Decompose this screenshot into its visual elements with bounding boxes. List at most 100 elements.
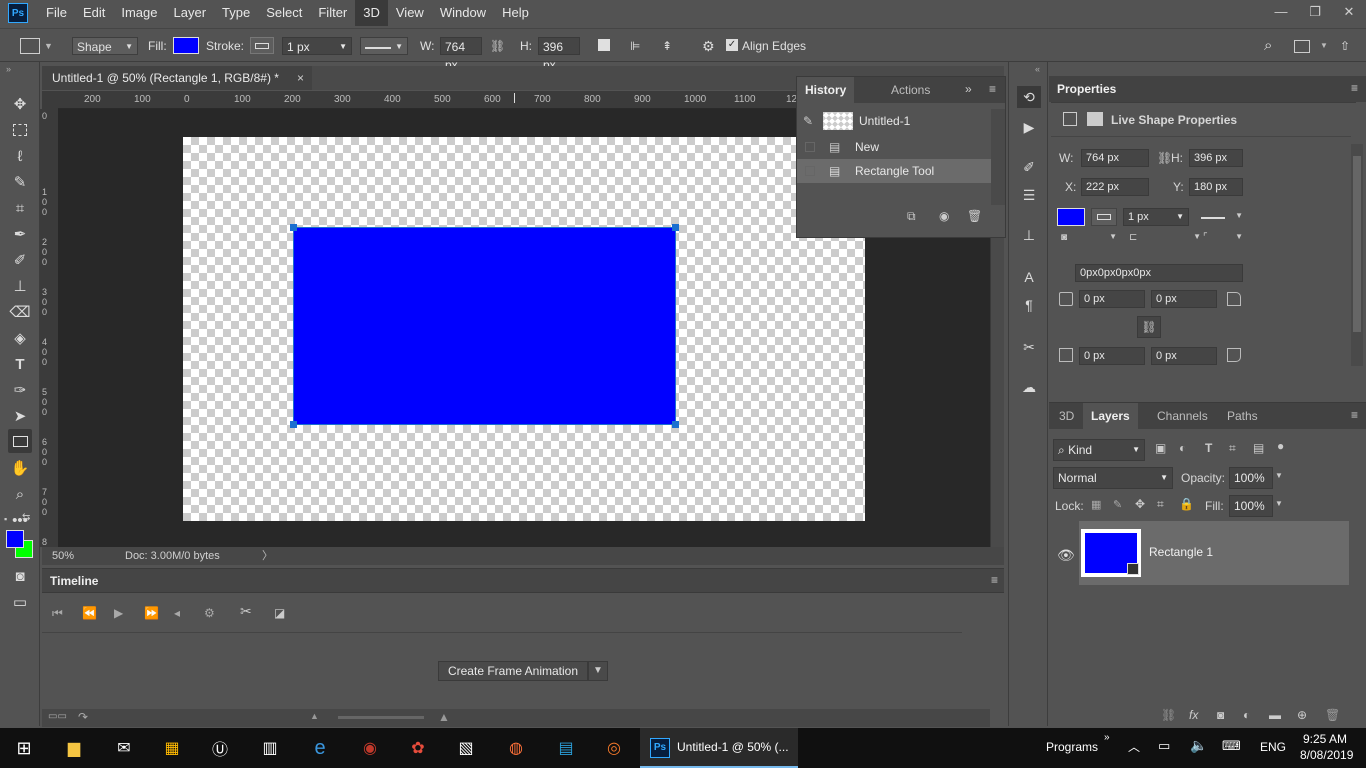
tab-3d[interactable]: 3D xyxy=(1051,403,1082,429)
zoom-in-icon[interactable]: ▲ xyxy=(438,710,450,724)
properties-scrollbar[interactable] xyxy=(1351,144,1363,366)
tool-mode-select[interactable]: Shape ▼ xyxy=(72,37,138,55)
fill-swatch[interactable] xyxy=(173,37,199,54)
menu-window[interactable]: Window xyxy=(432,0,494,26)
prop-y-field[interactable]: 180 px xyxy=(1189,178,1243,196)
app-icon[interactable]: ◉ xyxy=(356,734,384,762)
minimize-button[interactable]: — xyxy=(1264,0,1298,26)
align-edges-checkbox[interactable]: ✓ xyxy=(726,39,738,51)
swap-colors-icon[interactable]: ⇆ xyxy=(22,512,30,523)
visibility-eye-icon[interactable]: 👁 xyxy=(1057,547,1075,564)
stroke-corners-select[interactable]: ⌜ ▼ xyxy=(1203,232,1243,246)
brush-source-icon[interactable]: ✎ xyxy=(803,109,813,133)
share-icon[interactable]: ⇧ xyxy=(1340,37,1350,55)
quick-selection-tool-icon[interactable]: ✎ xyxy=(8,170,32,194)
properties-title[interactable]: Properties xyxy=(1057,82,1116,96)
panel-menu-icon[interactable]: ≡ xyxy=(1351,408,1358,422)
history-checkbox[interactable] xyxy=(805,166,815,176)
chevron-right-icon[interactable]: 〉 xyxy=(262,547,273,565)
lock-transparency-icon[interactable]: ▦ xyxy=(1091,498,1101,511)
quick-mask-icon[interactable]: ◙ xyxy=(8,564,32,588)
clock-time[interactable]: 9:25 AM xyxy=(1303,732,1347,746)
filter-toggle-icon[interactable]: ● xyxy=(1277,439,1284,453)
eraser-tool-icon[interactable]: ⌫ xyxy=(8,300,32,324)
menu-layer[interactable]: Layer xyxy=(166,0,215,26)
zoom-slider[interactable] xyxy=(338,716,424,719)
unreal-engine-icon[interactable]: Ⓤ xyxy=(206,734,234,762)
next-frame-icon[interactable]: ⏩ xyxy=(144,606,159,620)
layer-filter-select[interactable]: ⌕ Kind ▼ xyxy=(1053,439,1145,461)
document-tab[interactable]: Untitled-1 @ 50% (Rectangle 1, RGB/8#) *… xyxy=(42,66,312,90)
audio-icon[interactable]: ◂ xyxy=(174,606,180,620)
collapse-icon[interactable]: « xyxy=(1035,64,1040,74)
control-panel-icon[interactable]: ▤ xyxy=(552,734,580,762)
tab-channels[interactable]: Channels xyxy=(1149,403,1216,429)
close-tab-icon[interactable]: × xyxy=(297,66,304,90)
corner-top-right-field[interactable]: 0 px xyxy=(1151,290,1217,308)
fill-field[interactable]: 100% xyxy=(1229,495,1273,517)
transform-handle[interactable] xyxy=(290,224,297,231)
keyboard-icon[interactable]: ⌨ xyxy=(1222,738,1241,754)
width-field[interactable]: 764 px xyxy=(440,37,482,72)
panel-menu-icon[interactable]: ≡ xyxy=(989,82,996,96)
eyedropper-tool-icon[interactable]: ✒ xyxy=(8,222,32,246)
link-corners-icon[interactable]: ⛓ xyxy=(1137,316,1161,338)
brushes-dock-icon[interactable]: ✐ xyxy=(1017,156,1041,178)
rectangle-tool-icon[interactable] xyxy=(8,429,32,453)
menu-help[interactable]: Help xyxy=(494,0,537,26)
stroke-swatch[interactable] xyxy=(250,37,274,54)
programs-toolbar[interactable]: Programs xyxy=(1046,740,1098,754)
libraries-dock-icon[interactable]: ☁ xyxy=(1017,376,1041,398)
blender-icon[interactable]: ◎ xyxy=(600,734,628,762)
adjustment-layer-icon[interactable]: ◐ xyxy=(1243,708,1250,722)
clone-source-dock-icon[interactable]: ⊥ xyxy=(1017,224,1041,246)
panel-menu-icon[interactable]: ≡ xyxy=(1351,81,1358,95)
corner-top-left-field[interactable]: 0 px xyxy=(1079,290,1145,308)
path-alignment-icon[interactable]: ⊫ xyxy=(630,37,640,55)
history-item-selected[interactable]: ▤ Rectangle Tool xyxy=(797,159,991,183)
move-tool-icon[interactable]: ✥ xyxy=(8,92,32,116)
menu-filter[interactable]: Filter xyxy=(310,0,355,26)
stroke-width-field[interactable]: 1 px ▼ xyxy=(282,37,352,55)
menu-image[interactable]: Image xyxy=(113,0,165,26)
document-canvas[interactable] xyxy=(183,137,865,521)
marquee-tool-icon[interactable] xyxy=(8,118,32,142)
foreground-color-swatch[interactable] xyxy=(6,530,24,548)
actions-dock-icon[interactable]: ▶ xyxy=(1017,116,1041,138)
restore-button[interactable]: ❐ xyxy=(1298,0,1332,26)
stroke-type-select[interactable]: ▼ xyxy=(360,37,408,55)
chevron-down-icon[interactable]: ▼ xyxy=(1275,499,1283,508)
filter-pixel-icon[interactable]: ▣ xyxy=(1155,441,1166,455)
input-language[interactable]: ENG xyxy=(1260,740,1286,754)
tool-presets-dock-icon[interactable]: ✂ xyxy=(1017,336,1041,358)
history-checkbox[interactable] xyxy=(805,142,815,152)
menu-3d[interactable]: 3D xyxy=(355,0,388,26)
menu-edit[interactable]: Edit xyxy=(75,0,113,26)
default-colors-icon[interactable]: ▪ xyxy=(4,514,7,524)
transform-handle[interactable] xyxy=(672,421,679,428)
transform-icon[interactable] xyxy=(1063,112,1077,126)
convert-icon[interactable]: ↷ xyxy=(78,710,88,724)
tab-layers[interactable]: Layers xyxy=(1083,403,1138,429)
chevron-down-icon[interactable]: ▼ xyxy=(1320,37,1328,55)
mask-icon[interactable] xyxy=(1087,112,1103,126)
rectangle-shape[interactable] xyxy=(290,224,679,428)
tab-history[interactable]: History xyxy=(797,77,855,103)
filter-smart-object-icon[interactable]: ▤ xyxy=(1253,441,1264,455)
screen-mode-icon[interactable]: ▭ xyxy=(8,590,32,614)
chevron-down-icon[interactable]: ▼ xyxy=(588,661,608,681)
expand-icon[interactable]: » xyxy=(965,82,972,96)
camera-icon[interactable]: ◉ xyxy=(939,209,949,223)
chevron-down-icon[interactable]: ▼ xyxy=(1275,471,1283,480)
height-field[interactable]: 396 px xyxy=(538,37,580,72)
network-icon[interactable]: ▭ xyxy=(1158,738,1170,754)
windows-start-icon[interactable]: ⊞ xyxy=(10,734,38,762)
character-dock-icon[interactable]: A xyxy=(1017,266,1041,288)
path-arrangement-icon[interactable]: ⇞ xyxy=(662,37,672,55)
transition-icon[interactable]: ◪ xyxy=(274,606,285,620)
type-tool-icon[interactable]: T xyxy=(8,352,32,376)
layer-row[interactable]: Rectangle 1 xyxy=(1079,521,1349,585)
file-explorer-icon[interactable]: ▆ xyxy=(60,734,88,762)
new-layer-icon[interactable]: ⊕ xyxy=(1297,708,1307,722)
pen-tool-icon[interactable]: ✑ xyxy=(8,378,32,402)
